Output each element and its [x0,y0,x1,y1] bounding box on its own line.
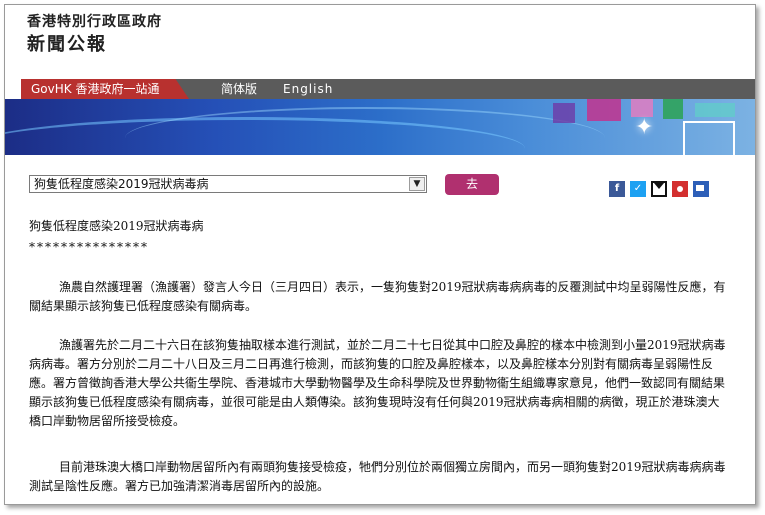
banner-block [663,99,683,119]
article-paragraph: 目前港珠澳大橋口岸動物居留所內有兩頭狗隻接受檢疫，牠們分別位於兩個獨立房間內，而… [29,460,726,493]
sparkle-icon: ✦ [635,115,654,140]
article-body: 狗隻低程度感染2019冠狀病毒病 *************** 漁農自然護理署… [29,218,729,493]
article-headline: 狗隻低程度感染2019冠狀病毒病 [29,219,204,233]
govhk-link[interactable]: GovHK 香港政府一站通 [21,79,189,99]
headline-separator: *************** [29,240,149,254]
print-icon[interactable] [693,181,709,197]
weibo-icon[interactable] [672,181,688,197]
banner-block [553,103,575,123]
article-select[interactable]: 狗隻低程度感染2019冠狀病毒病 ▼ [29,175,427,193]
facebook-icon[interactable]: f [609,181,625,197]
government-name: 香港特別行政區政府 [27,14,162,30]
banner-block [695,103,735,117]
banner-block [587,99,621,121]
go-button[interactable]: 去 [445,174,499,195]
header-banner: ✦ [5,99,755,155]
chevron-down-icon[interactable]: ▼ [409,177,425,191]
browser-frame: 香港特別行政區政府 新聞公報 GovHK 香港政府一站通 简体版 English… [4,4,756,505]
twitter-icon[interactable]: ✓ [630,181,646,197]
banner-frame [683,121,735,155]
article-paragraph: 漁農自然護理署（漁護署）發言人今日（三月四日）表示，一隻狗隻對2019冠狀病毒病… [29,280,726,313]
simplified-chinese-link[interactable]: 简体版 [221,79,257,99]
article-select-value: 狗隻低程度感染2019冠狀病毒病 [34,177,209,191]
banner-wave [125,107,605,155]
press-release-title: 新聞公報 [27,34,107,55]
language-nav: GovHK 香港政府一站通 简体版 English [5,79,755,99]
article-paragraph: 漁護署先於二月二十六日在該狗隻抽取樣本進行測試，並於二月二十七日從其中口腔及鼻腔… [29,338,726,428]
english-link[interactable]: English [283,79,333,99]
email-icon[interactable] [651,181,667,197]
site-header: 香港特別行政區政府 新聞公報 [27,13,162,57]
